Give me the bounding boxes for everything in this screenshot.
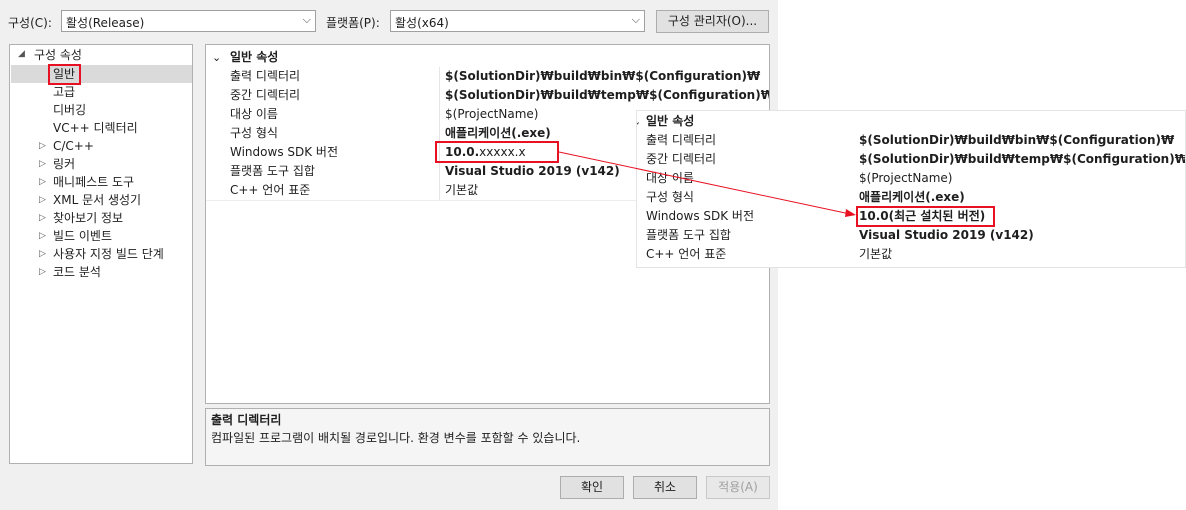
arrow-head-icon bbox=[845, 209, 856, 217]
arrow-line bbox=[558, 151, 851, 215]
annotation-arrow bbox=[558, 151, 856, 217]
